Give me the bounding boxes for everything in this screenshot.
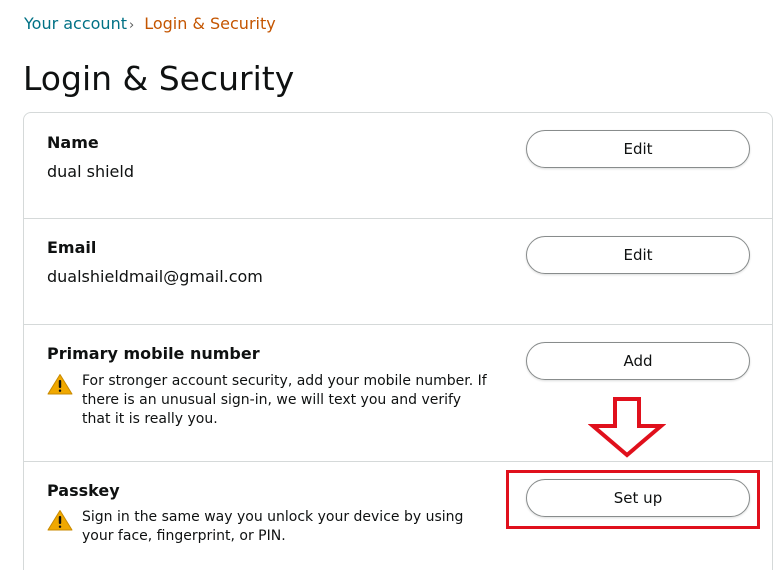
breadcrumb-your-account[interactable]: Your account [24,14,127,33]
edit-email-button[interactable]: Edit [526,236,750,274]
setup-highlight-box [506,470,760,529]
passkey-title: Passkey [47,481,120,500]
chevron-right-icon: › [128,18,135,33]
breadcrumb: Your account › Login & Security [24,13,276,37]
email-value: dualshieldmail@gmail.com [47,267,263,286]
name-title: Name [47,133,99,152]
email-title: Email [47,238,97,257]
warning-triangle-icon [47,374,73,395]
mobile-warning-text: For stronger account security, add your … [82,373,487,427]
mobile-warning: For stronger account security, add your … [47,372,487,429]
email-row: Email dualshieldmail@gmail.com Edit [24,219,772,325]
passkey-warning: Sign in the same way you unlock your dev… [47,508,487,546]
page-title: Login & Security [23,59,295,98]
login-security-page: Your account › Login & Security Login & Se… [0,0,784,570]
down-arrow-annotation [588,397,666,458]
breadcrumb-current: Login & Security [144,14,276,33]
warning-triangle-icon [47,510,73,531]
edit-name-button[interactable]: Edit [526,130,750,168]
name-value: dual shield [47,162,134,181]
name-row: Name dual shield Edit [24,113,772,219]
add-mobile-button[interactable]: Add [526,342,750,380]
mobile-title: Primary mobile number [47,344,260,363]
passkey-warning-text: Sign in the same way you unlock your dev… [82,509,464,544]
